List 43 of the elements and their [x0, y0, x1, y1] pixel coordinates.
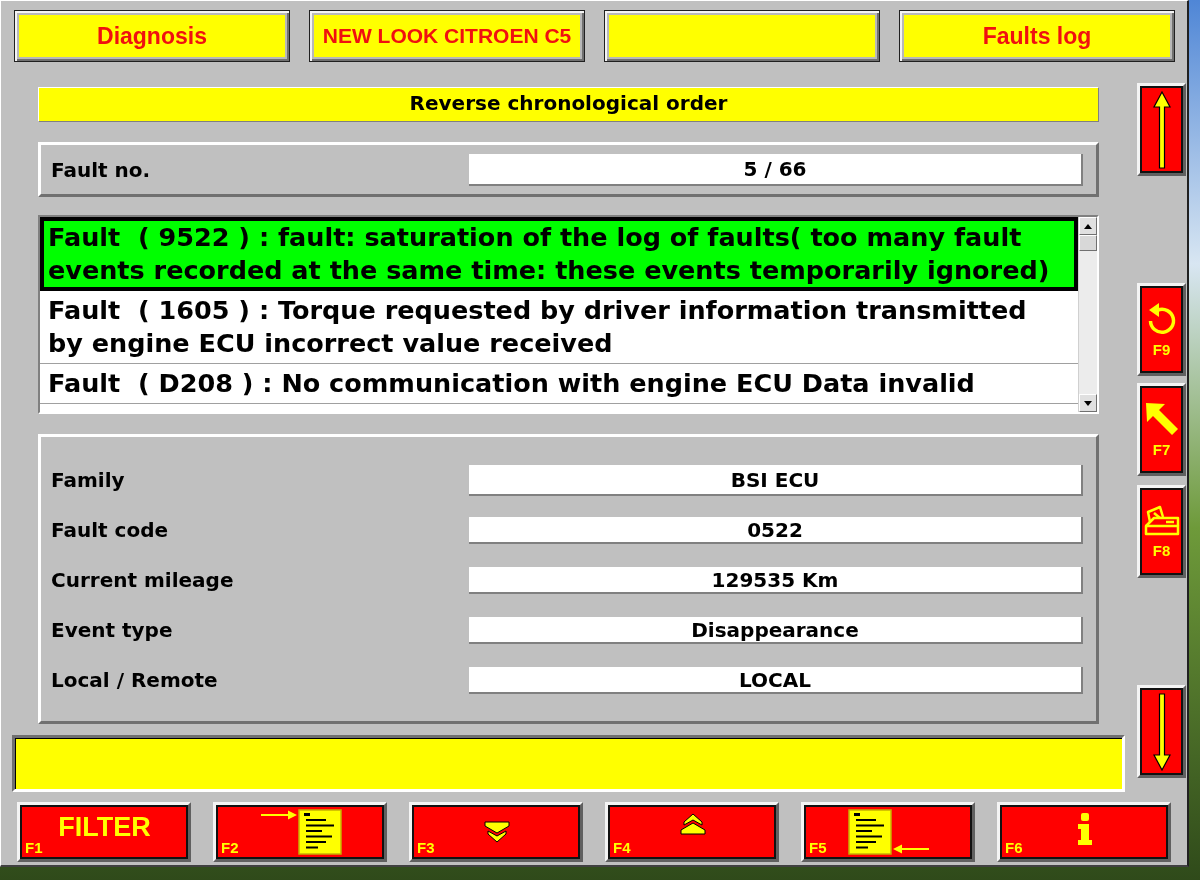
function-key-button[interactable]: F3	[409, 802, 583, 862]
function-key-button[interactable]: F8	[1137, 485, 1186, 578]
up-arrow-button[interactable]	[1137, 83, 1186, 176]
caret-down-icon	[1084, 400, 1092, 406]
function-key-button[interactable]: F7	[1137, 383, 1186, 476]
double-chevron-up-icon	[679, 813, 706, 835]
detail-value: LOCAL	[469, 666, 1083, 694]
detail-label: Event type	[50, 618, 173, 642]
document-arrow-icon	[259, 809, 342, 855]
fault-number-value: 5 / 66	[469, 153, 1083, 186]
scroll-up-button[interactable]	[1079, 217, 1097, 235]
scroll-thumb[interactable]	[1079, 235, 1097, 251]
caret-up-icon	[1084, 223, 1092, 229]
up-arrow-icon	[1152, 90, 1171, 169]
detail-label: Current mileage	[50, 568, 234, 592]
field-label: Fault no.	[50, 157, 151, 182]
down-arrow-icon	[1152, 692, 1171, 771]
detail-value: 129535 Km	[469, 566, 1083, 594]
detail-label: Family	[50, 468, 125, 492]
down-arrow-button[interactable]	[1137, 685, 1186, 778]
detail-value: BSI ECU	[469, 464, 1083, 496]
fault-list-item[interactable]: Fault ( 9522 ) : fault: saturation of the log of faults( too many fault events recorded at the same time: these events temporarily ignored)	[40, 217, 1078, 291]
sort-order-banner: Reverse chronological order	[38, 87, 1099, 122]
detail-label: Fault code	[50, 518, 169, 542]
function-key-button[interactable]: F6	[997, 802, 1171, 862]
detail-value: Disappearance	[469, 616, 1083, 644]
header-panel: Diagnosis	[14, 10, 290, 62]
scrollbar-track[interactable]	[1078, 217, 1097, 412]
header-panel: NEW LOOK CITROEN C5	[309, 10, 585, 62]
detail-value: 0522	[469, 516, 1083, 544]
printer-icon	[1143, 504, 1180, 537]
document-arrow-icon	[847, 809, 930, 855]
function-key-button[interactable]: F1 FILTER	[17, 802, 191, 862]
info-icon	[1076, 813, 1093, 845]
function-key-button[interactable]: F4	[605, 802, 779, 862]
up-left-arrow-icon	[1144, 401, 1179, 436]
double-chevron-down-icon	[483, 821, 510, 843]
detail-label: Local / Remote	[50, 668, 218, 692]
scroll-down-button[interactable]	[1079, 394, 1097, 412]
function-key-button[interactable]: F9	[1137, 283, 1186, 376]
header-panel: Faults log	[899, 10, 1175, 62]
function-key-button[interactable]: F5	[801, 802, 975, 862]
function-key-button[interactable]: F2	[213, 802, 387, 862]
